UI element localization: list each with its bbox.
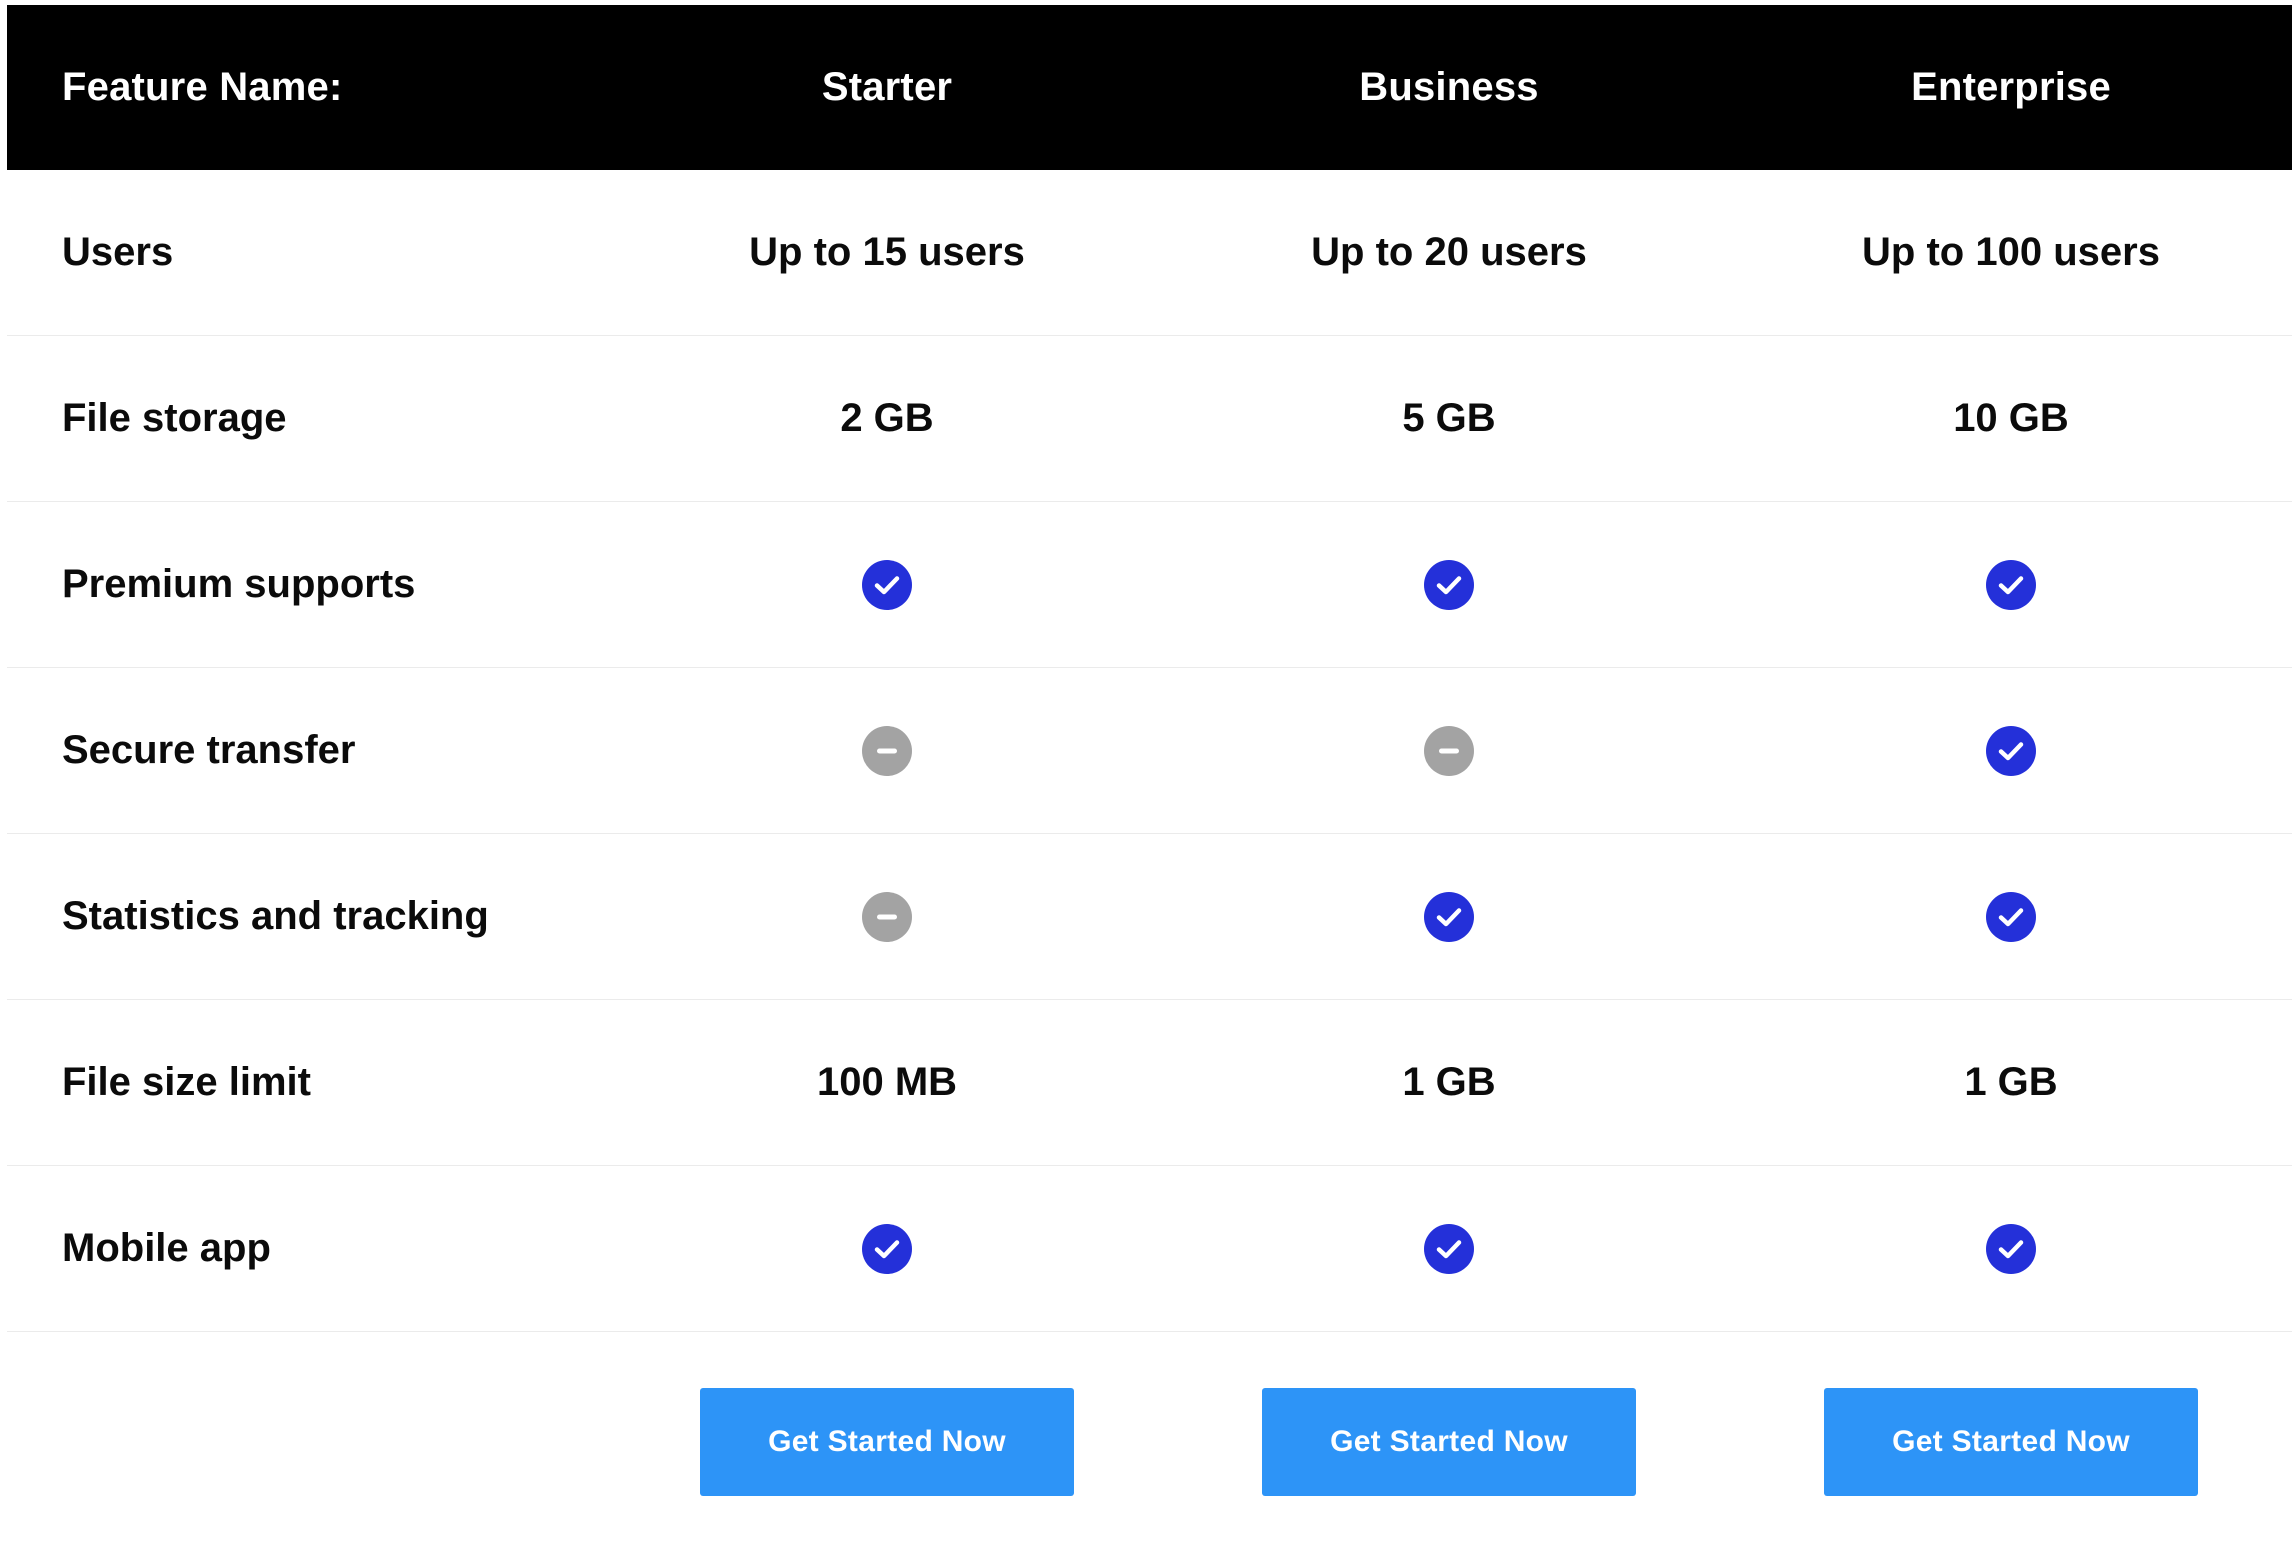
table-row: File size limit 100 MB 1 GB 1 GB [7, 1000, 2292, 1166]
cell-value: 1 GB [1964, 1060, 2058, 1104]
cell-value: Up to 100 users [1862, 230, 2160, 274]
feature-label: File storage [62, 396, 287, 440]
footer-cell-business: Get Started Now [1168, 1388, 1730, 1496]
cell-value: 10 GB [1953, 396, 2069, 440]
get-started-button-business[interactable]: Get Started Now [1262, 1388, 1636, 1496]
check-icon [1424, 1223, 1474, 1274]
cell-value: Up to 20 users [1311, 230, 1587, 274]
feature-name-header: Feature Name: [62, 65, 343, 109]
check-icon [1986, 725, 2036, 776]
cell-starter [606, 891, 1168, 942]
table-row: File storage 2 GB 5 GB 10 GB [7, 336, 2292, 502]
feature-rows: Users Up to 15 users Up to 20 users Up to 1… [7, 170, 2292, 1332]
feature-label: Statistics and tracking [62, 894, 489, 938]
table-row: Mobile app [7, 1166, 2292, 1332]
check-icon [862, 1223, 912, 1274]
check-icon [1424, 559, 1474, 610]
table-row: Premium supports [7, 502, 2292, 668]
feature-label: Secure transfer [62, 728, 356, 772]
cell-business: Up to 20 users [1168, 230, 1730, 275]
check-icon [1424, 891, 1474, 942]
plan-header-starter: Starter [821, 65, 953, 109]
check-icon [1986, 559, 2036, 610]
cell-enterprise: Up to 100 users [1730, 230, 2292, 275]
table-row: Users Up to 15 users Up to 20 users Up to 1… [7, 170, 2292, 336]
feature-label: Users [62, 230, 174, 274]
cell-business: 1 GB [1168, 1060, 1730, 1105]
cell-business: 5 GB [1168, 396, 1730, 441]
cell-starter: 100 MB [606, 1060, 1168, 1105]
pricing-comparison-table: Feature Name: Starter Business Enterpris… [7, 5, 2292, 1552]
cell-enterprise [1730, 725, 2292, 776]
cell-value: 100 MB [816, 1060, 958, 1104]
cell-value: 5 GB [1402, 396, 1496, 440]
cell-starter: Up to 15 users [606, 230, 1168, 275]
check-icon [1986, 891, 2036, 942]
footer-cell-starter: Get Started Now [606, 1388, 1168, 1496]
feature-label: Mobile app [62, 1226, 271, 1270]
cell-starter [606, 725, 1168, 776]
get-started-button-enterprise[interactable]: Get Started Now [1824, 1388, 2198, 1496]
cell-value: 1 GB [1402, 1060, 1496, 1104]
check-icon [862, 559, 912, 610]
table-footer: Get Started Now Get Started Now Get Star… [7, 1332, 2292, 1552]
cell-enterprise [1730, 891, 2292, 942]
table-row: Secure transfer [7, 668, 2292, 834]
feature-label: Premium supports [62, 562, 416, 606]
cell-starter: 2 GB [606, 396, 1168, 441]
cell-enterprise [1730, 1223, 2292, 1274]
cell-enterprise: 1 GB [1730, 1060, 2292, 1105]
cell-starter [606, 559, 1168, 610]
feature-label: File size limit [62, 1060, 311, 1104]
cell-business [1168, 725, 1730, 776]
get-started-button-starter[interactable]: Get Started Now [700, 1388, 1074, 1496]
plan-header-business: Business [1359, 65, 1539, 109]
cell-business [1168, 559, 1730, 610]
cell-value: 2 GB [840, 396, 934, 440]
check-icon [1986, 1223, 2036, 1274]
table-row: Statistics and tracking [7, 834, 2292, 1000]
footer-cell-enterprise: Get Started Now [1730, 1388, 2292, 1496]
cell-enterprise [1730, 559, 2292, 610]
cell-business [1168, 1223, 1730, 1274]
cell-starter [606, 1223, 1168, 1274]
minus-icon [1424, 725, 1474, 776]
cell-enterprise: 10 GB [1730, 396, 2292, 441]
minus-icon [862, 891, 912, 942]
table-header: Feature Name: Starter Business Enterpris… [7, 5, 2292, 170]
minus-icon [862, 725, 912, 776]
plan-header-enterprise: Enterprise [1911, 65, 2111, 109]
cell-value: Up to 15 users [749, 230, 1025, 274]
cell-business [1168, 891, 1730, 942]
